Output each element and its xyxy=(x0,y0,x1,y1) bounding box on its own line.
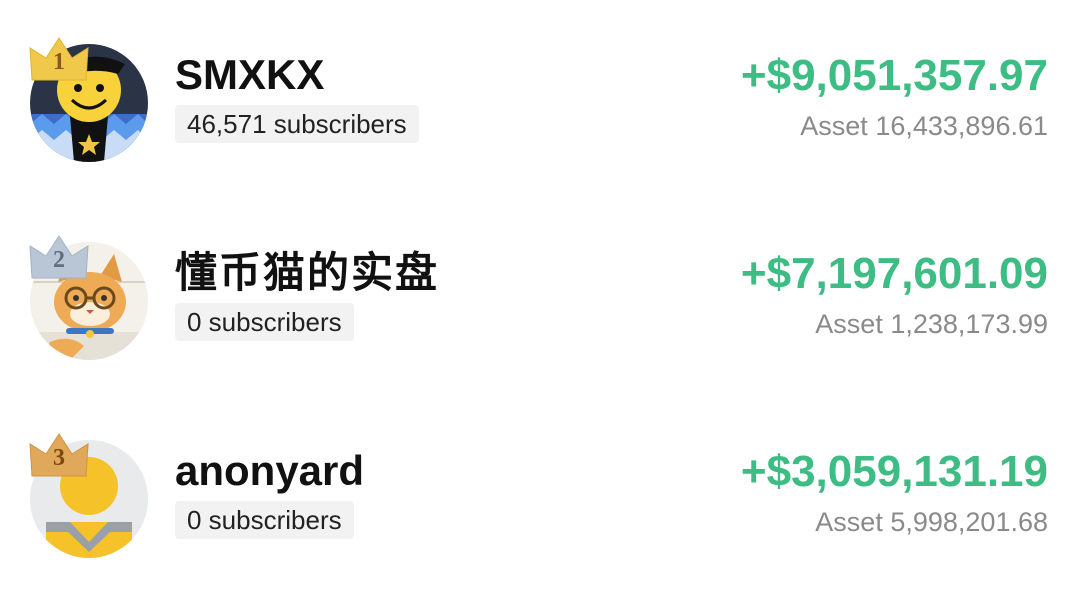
silver-crown-icon: 2 xyxy=(28,234,90,282)
username[interactable]: anonyard xyxy=(175,448,364,494)
asset-label: Asset xyxy=(800,111,868,141)
avatar-container: 2 xyxy=(28,234,152,364)
rank-number: 3 xyxy=(53,445,65,471)
rank-number: 1 xyxy=(53,49,65,75)
asset-value: 1,238,173.99 xyxy=(890,309,1048,339)
avatar-container: 1 xyxy=(28,36,152,166)
asset-line: Asset 1,238,173.99 xyxy=(815,308,1048,340)
profit-value: +$7,197,601.09 xyxy=(740,249,1048,298)
username[interactable]: 懂币猫的实盘 xyxy=(175,250,439,296)
asset-value: 5,998,201.68 xyxy=(890,507,1048,537)
asset-label: Asset xyxy=(815,507,883,537)
asset-value: 16,433,896.61 xyxy=(875,111,1048,141)
profit-value: +$3,059,131.19 xyxy=(740,447,1048,496)
leaderboard-list: 1 SMXKX 46,571 subscribers +$9,051,357.9… xyxy=(0,0,1080,591)
subscribers-badge: 46,571 subscribers xyxy=(175,105,419,143)
bronze-crown-icon: 3 xyxy=(28,432,90,480)
asset-label: Asset xyxy=(815,309,883,339)
avatar-container: 3 xyxy=(28,432,152,562)
list-item[interactable]: 1 SMXKX 46,571 subscribers +$9,051,357.9… xyxy=(0,22,1080,182)
asset-line: Asset 16,433,896.61 xyxy=(800,110,1048,142)
list-item[interactable]: 3 anonyard 0 subscribers +$3,059,131.19 … xyxy=(0,418,1080,578)
subscribers-badge: 0 subscribers xyxy=(175,501,354,539)
profit-value: +$9,051,357.97 xyxy=(740,51,1048,100)
subscribers-badge: 0 subscribers xyxy=(175,303,354,341)
rank-number: 2 xyxy=(53,247,65,273)
gold-crown-icon: 1 xyxy=(28,36,90,84)
username[interactable]: SMXKX xyxy=(175,52,324,98)
asset-line: Asset 5,998,201.68 xyxy=(815,506,1048,538)
list-item[interactable]: 2 懂币猫的实盘 0 subscribers +$7,197,601.09 As… xyxy=(0,220,1080,380)
